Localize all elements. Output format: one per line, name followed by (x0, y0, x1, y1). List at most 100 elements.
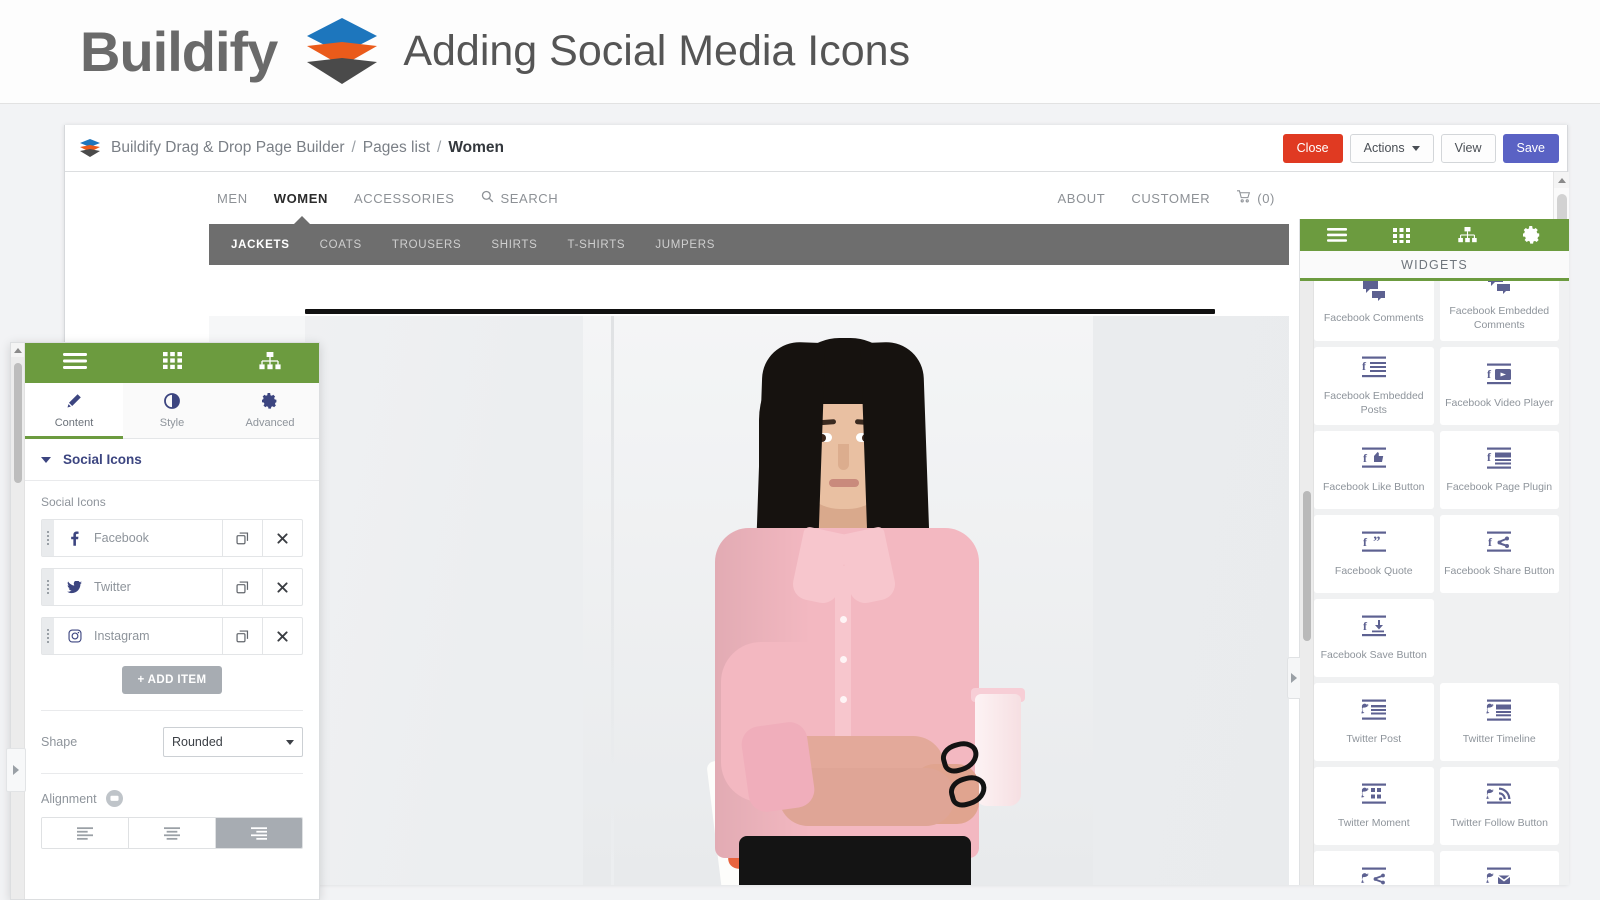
cart-count: (0) (1257, 190, 1275, 206)
editor-scrollbar-thumb[interactable] (14, 363, 22, 483)
social-icons-section-header[interactable]: Social Icons (25, 439, 319, 481)
menu-icon[interactable] (63, 352, 88, 374)
remove-item-button[interactable] (262, 520, 302, 556)
actions-dropdown-button[interactable]: Actions (1349, 133, 1434, 163)
widget-twitter-moment[interactable]: Twitter Moment (1314, 767, 1434, 845)
remove-item-button[interactable] (262, 618, 302, 654)
shape-field: Shape Rounded (41, 727, 303, 757)
scroll-up-arrow[interactable] (1554, 172, 1569, 188)
breadcrumb-pages-list-link[interactable]: Pages list (363, 139, 430, 157)
breadcrumb-app-link[interactable]: Buildify Drag & Drop Page Builder (111, 139, 344, 157)
twitter-message-button-icon (1484, 866, 1514, 885)
cart-button[interactable]: (0) (1236, 190, 1275, 206)
editor-panel-collapse-button[interactable] (6, 748, 26, 792)
social-icon-item-main[interactable]: Instagram (54, 618, 222, 654)
tab-advanced-label: Advanced (245, 416, 295, 429)
brand-name: Buildify (80, 19, 278, 83)
widget-label: Facebook Quote (1334, 564, 1413, 577)
search-icon (481, 190, 494, 206)
site-nav-item-men[interactable]: MEN (217, 191, 248, 206)
site-search-label: SEARCH (500, 190, 559, 206)
duplicate-item-button[interactable] (222, 569, 262, 605)
align-right-button[interactable] (216, 818, 302, 848)
widget-facebook-quote[interactable]: f ” Facebook Quote (1314, 515, 1434, 593)
sitemap-icon[interactable] (259, 351, 281, 375)
page-title: Adding Social Media Icons (403, 27, 911, 75)
widgets-scrollbar-thumb[interactable] (1303, 491, 1311, 641)
svg-text:f: f (1487, 367, 1492, 381)
duplicate-item-button[interactable] (222, 618, 262, 654)
save-button-label: Save (1516, 141, 1546, 155)
widget-facebook-save-button[interactable]: f Facebook Save Button (1314, 599, 1434, 677)
subnav-item-jackets[interactable]: JACKETS (231, 239, 290, 251)
grid-icon[interactable] (163, 351, 183, 375)
widgets-scrollbar[interactable] (1300, 281, 1314, 885)
actions-button-label: Actions (1363, 141, 1405, 155)
contrast-icon (164, 392, 180, 412)
sitemap-icon[interactable] (1447, 227, 1487, 243)
widget-label: Facebook Share Button (1444, 564, 1555, 577)
twitter-icon (67, 580, 82, 594)
widget-twitter-post[interactable]: Twitter Post (1314, 683, 1434, 761)
drag-handle-icon[interactable] (42, 618, 54, 654)
facebook-share-button-icon: f (1484, 530, 1514, 559)
social-icon-item-facebook[interactable]: Facebook (41, 519, 303, 557)
save-button[interactable]: Save (1502, 133, 1559, 163)
widget-label: Twitter Moment (1337, 816, 1410, 829)
editor-panel-scrollbar[interactable] (11, 343, 25, 899)
svg-text:f: f (1362, 359, 1367, 373)
menu-icon[interactable] (1317, 228, 1357, 242)
tab-advanced[interactable]: Advanced (221, 383, 319, 438)
responsive-device-icon[interactable] (105, 790, 123, 807)
widget-facebook-page-plugin[interactable]: f Facebook Page Plugin (1439, 431, 1559, 509)
duplicate-item-button[interactable] (222, 520, 262, 556)
widget-facebook-embedded-posts[interactable]: f Facebook Embedded Posts (1314, 347, 1434, 425)
close-button[interactable]: Close (1282, 133, 1343, 163)
add-item-label: ADD ITEM (147, 674, 207, 686)
facebook-video-player-icon: f (1484, 362, 1514, 391)
site-nav-item-customer[interactable]: CUSTOMER (1131, 191, 1210, 206)
social-icon-item-main[interactable]: Facebook (54, 520, 222, 556)
widgets-scroll-area[interactable]: Facebook Comments Facebook Embedded Comm… (1300, 281, 1569, 885)
grid-icon[interactable] (1382, 227, 1422, 244)
widget-twitter-timeline[interactable]: Twitter Timeline (1439, 683, 1559, 761)
widget-facebook-like-button[interactable]: f Facebook Like Button (1314, 431, 1434, 509)
shape-select[interactable]: Rounded (163, 727, 303, 757)
remove-item-button[interactable] (262, 569, 302, 605)
widget-twitter-follow-button[interactable]: Twitter Follow Button (1439, 767, 1559, 845)
site-nav-item-accessories[interactable]: ACCESSORIES (354, 191, 455, 206)
gear-icon[interactable] (1512, 226, 1552, 244)
site-search-button[interactable]: SEARCH (481, 190, 559, 206)
drag-handle-icon[interactable] (42, 520, 54, 556)
subnav-item-shirts[interactable]: SHIRTS (491, 239, 537, 251)
add-item-button[interactable]: + ADD ITEM (121, 666, 223, 694)
widget-twitter-message-button[interactable]: Twitter Message Button (1439, 851, 1559, 885)
widget-facebook-embedded-comments[interactable]: Facebook Embedded Comments (1439, 281, 1559, 341)
site-nav-item-women[interactable]: WOMEN (274, 191, 328, 206)
subnav-item-coats[interactable]: COATS (320, 239, 362, 251)
widget-facebook-comments[interactable]: Facebook Comments (1314, 281, 1434, 341)
align-left-button[interactable] (42, 818, 129, 848)
widgets-panel-collapse-button[interactable] (1287, 657, 1300, 699)
social-icon-item-instagram[interactable]: Instagram (41, 617, 303, 655)
align-center-button[interactable] (129, 818, 216, 848)
widget-twitter-share-button[interactable]: Twitter Share Button (1314, 851, 1434, 885)
facebook-icon (67, 530, 82, 546)
widget-label: Twitter Post (1346, 732, 1402, 745)
subnav-item-jumpers[interactable]: JUMPERS (655, 239, 715, 251)
editor-scroll-up-arrow[interactable] (11, 343, 24, 357)
tab-content[interactable]: Content (25, 383, 123, 439)
subnav-item-trousers[interactable]: TROUSERS (392, 239, 462, 251)
widget-label: Facebook Page Plugin (1446, 480, 1553, 493)
tab-style[interactable]: Style (123, 383, 221, 438)
widget-facebook-video-player[interactable]: f Facebook Video Player (1439, 347, 1559, 425)
widget-facebook-share-button[interactable]: f Facebook Share Button (1439, 515, 1559, 593)
subnav-item-tshirts[interactable]: T-SHIRTS (568, 239, 626, 251)
hero-section[interactable] (209, 316, 1289, 885)
view-button[interactable]: View (1440, 133, 1496, 163)
site-nav-item-about[interactable]: ABOUT (1058, 191, 1106, 206)
drag-handle-icon[interactable] (42, 569, 54, 605)
facebook-comments-icon (1361, 281, 1387, 306)
social-icon-item-twitter[interactable]: Twitter (41, 568, 303, 606)
social-icon-item-main[interactable]: Twitter (54, 569, 222, 605)
